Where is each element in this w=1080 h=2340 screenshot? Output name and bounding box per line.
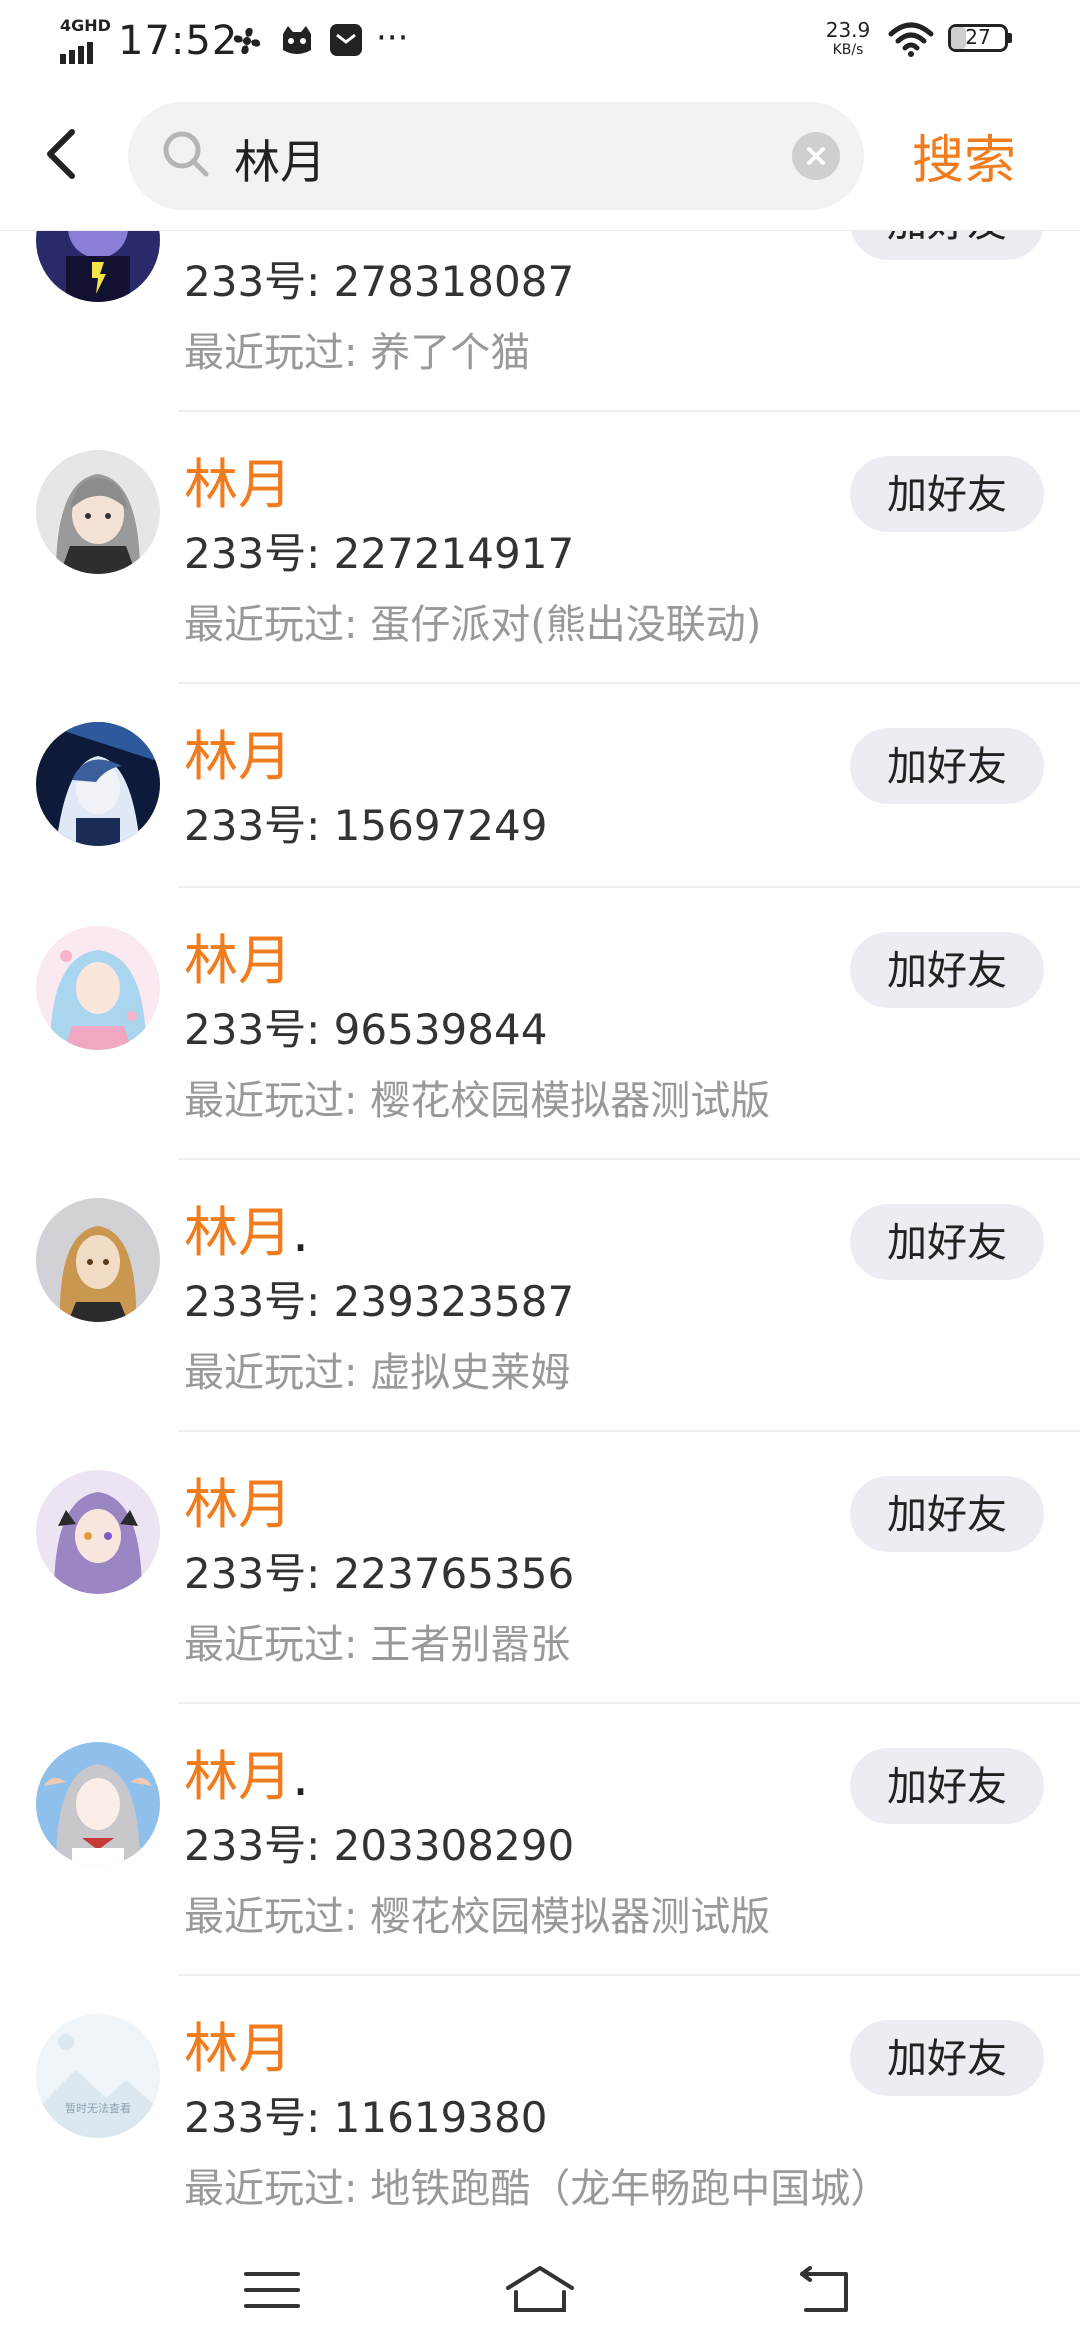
avatar[interactable] <box>36 926 160 1050</box>
avatar[interactable] <box>36 722 160 846</box>
home-button[interactable] <box>500 2260 580 2320</box>
battery-level: 27 <box>965 25 991 49</box>
image-placeholder-icon <box>36 2014 160 2138</box>
list-item[interactable]: 林月 233号: 227214917 最近玩过: 蛋仔派对(熊出没联动) 加好友 <box>0 412 1080 684</box>
user-id: 233号: 223765356 <box>184 1549 575 1598</box>
user-name: 林月 <box>184 1473 292 1536</box>
avatar[interactable] <box>36 1470 160 1594</box>
avatar-placeholder[interactable]: 暂时无法查看 <box>36 2014 160 2138</box>
search-icon <box>160 128 212 184</box>
user-name: 林月. <box>184 1201 310 1264</box>
recently-played: 最近玩过: 樱花校园模拟器测试版 <box>184 1894 771 1940</box>
user-name: 林月. <box>184 1745 310 1808</box>
user-id: 233号: 239323587 <box>184 1277 575 1326</box>
user-id: 233号: 227214917 <box>184 529 575 578</box>
network-speed: 23.9 KB/s <box>818 20 878 60</box>
chevron-left-icon <box>47 129 75 179</box>
user-name: 林月 <box>184 2017 292 2080</box>
list-item[interactable]: 暂时无法查看 林月 233号: 11619380 最近玩过: 地铁跑酷（龙年畅跑… <box>0 1976 1080 2230</box>
list-item[interactable]: 233号: 278318087 最近玩过: 养了个猫 加好友 <box>0 230 1080 412</box>
return-icon <box>800 2266 848 2312</box>
back-button[interactable] <box>40 124 100 194</box>
avatar[interactable] <box>36 1198 160 1322</box>
recently-played: 最近玩过: 王者别嚣张 <box>184 1622 571 1668</box>
add-friend-button[interactable]: 加好友 <box>850 2020 1044 2096</box>
menu-icon <box>244 2272 300 2308</box>
recently-played: 最近玩过: 樱花校园模拟器测试版 <box>184 1078 771 1124</box>
user-name: 林月 <box>184 453 292 516</box>
network-type-label: 4GHD <box>60 16 111 35</box>
list-item[interactable]: 林月 233号: 96539844 最近玩过: 樱花校园模拟器测试版 加好友 <box>0 888 1080 1160</box>
add-friend-button[interactable]: 加好友 <box>850 1204 1044 1280</box>
user-name: 林月 <box>184 725 292 788</box>
fan-app-icon <box>228 22 266 64</box>
user-name: 林月 <box>184 929 292 992</box>
home-icon <box>506 2266 574 2312</box>
more-notifications-icon: ··· <box>376 18 409 58</box>
recently-played: 最近玩过: 虚拟史莱姆 <box>184 1350 571 1396</box>
add-friend-button[interactable]: 加好友 <box>850 230 1044 260</box>
network-speed-unit: KB/s <box>832 42 864 58</box>
cat-app-icon <box>278 22 316 64</box>
avatar[interactable] <box>36 450 160 574</box>
wifi-icon <box>888 22 934 62</box>
user-id: 233号: 96539844 <box>184 1005 548 1054</box>
user-id: 233号: 203308290 <box>184 1821 575 1870</box>
recently-played: 最近玩过: 养了个猫 <box>184 330 531 376</box>
user-id: 233号: 15697249 <box>184 801 548 850</box>
add-friend-button[interactable]: 加好友 <box>850 456 1044 532</box>
system-nav-bar <box>0 2230 1080 2340</box>
search-input[interactable]: 林月 <box>128 102 864 210</box>
user-id: 233号: 278318087 <box>184 257 575 306</box>
list-item[interactable]: 林月 233号: 223765356 最近玩过: 王者别嚣张 加好友 <box>0 1432 1080 1704</box>
clock-time: 17:52 <box>118 18 239 64</box>
network-speed-value: 23.9 <box>825 18 871 42</box>
recently-played: 最近玩过: 蛋仔派对(熊出没联动) <box>184 602 762 648</box>
close-icon <box>807 147 825 165</box>
list-item[interactable]: 林月. 233号: 239323587 最近玩过: 虚拟史莱姆 加好友 <box>0 1160 1080 1432</box>
search-button[interactable]: 搜索 <box>912 118 1016 193</box>
mail-app-icon <box>328 22 364 62</box>
search-header: 林月 搜索 <box>0 84 1080 231</box>
user-id: 233号: 11619380 <box>184 2093 548 2142</box>
avatar-placeholder-text: 暂时无法查看 <box>65 2102 131 2115</box>
avatar[interactable] <box>36 230 160 302</box>
add-friend-button[interactable]: 加好友 <box>850 1476 1044 1552</box>
menu-button[interactable] <box>232 2260 312 2320</box>
add-friend-button[interactable]: 加好友 <box>850 1748 1044 1824</box>
list-item[interactable]: 林月. 233号: 203308290 最近玩过: 樱花校园模拟器测试版 加好友 <box>0 1704 1080 1976</box>
battery-icon: 27 <box>948 24 1012 54</box>
add-friend-button[interactable]: 加好友 <box>850 728 1044 804</box>
signal-icon: 4GHD <box>58 16 111 64</box>
recently-played: 最近玩过: 地铁跑酷（龙年畅跑中国城） <box>184 2166 891 2212</box>
search-results-list[interactable]: 233号: 278318087 最近玩过: 养了个猫 加好友 林月 233号: … <box>0 230 1080 2230</box>
add-friend-button[interactable]: 加好友 <box>850 932 1044 1008</box>
back-nav-button[interactable] <box>784 2260 864 2320</box>
avatar[interactable] <box>36 1742 160 1866</box>
clear-search-button[interactable] <box>792 132 840 180</box>
search-query[interactable]: 林月 <box>234 126 326 192</box>
status-bar: 4GHD 17:52 ··· 23.9 KB/s 27 <box>0 0 1080 84</box>
list-item[interactable]: 林月 233号: 15697249 加好友 <box>0 684 1080 888</box>
